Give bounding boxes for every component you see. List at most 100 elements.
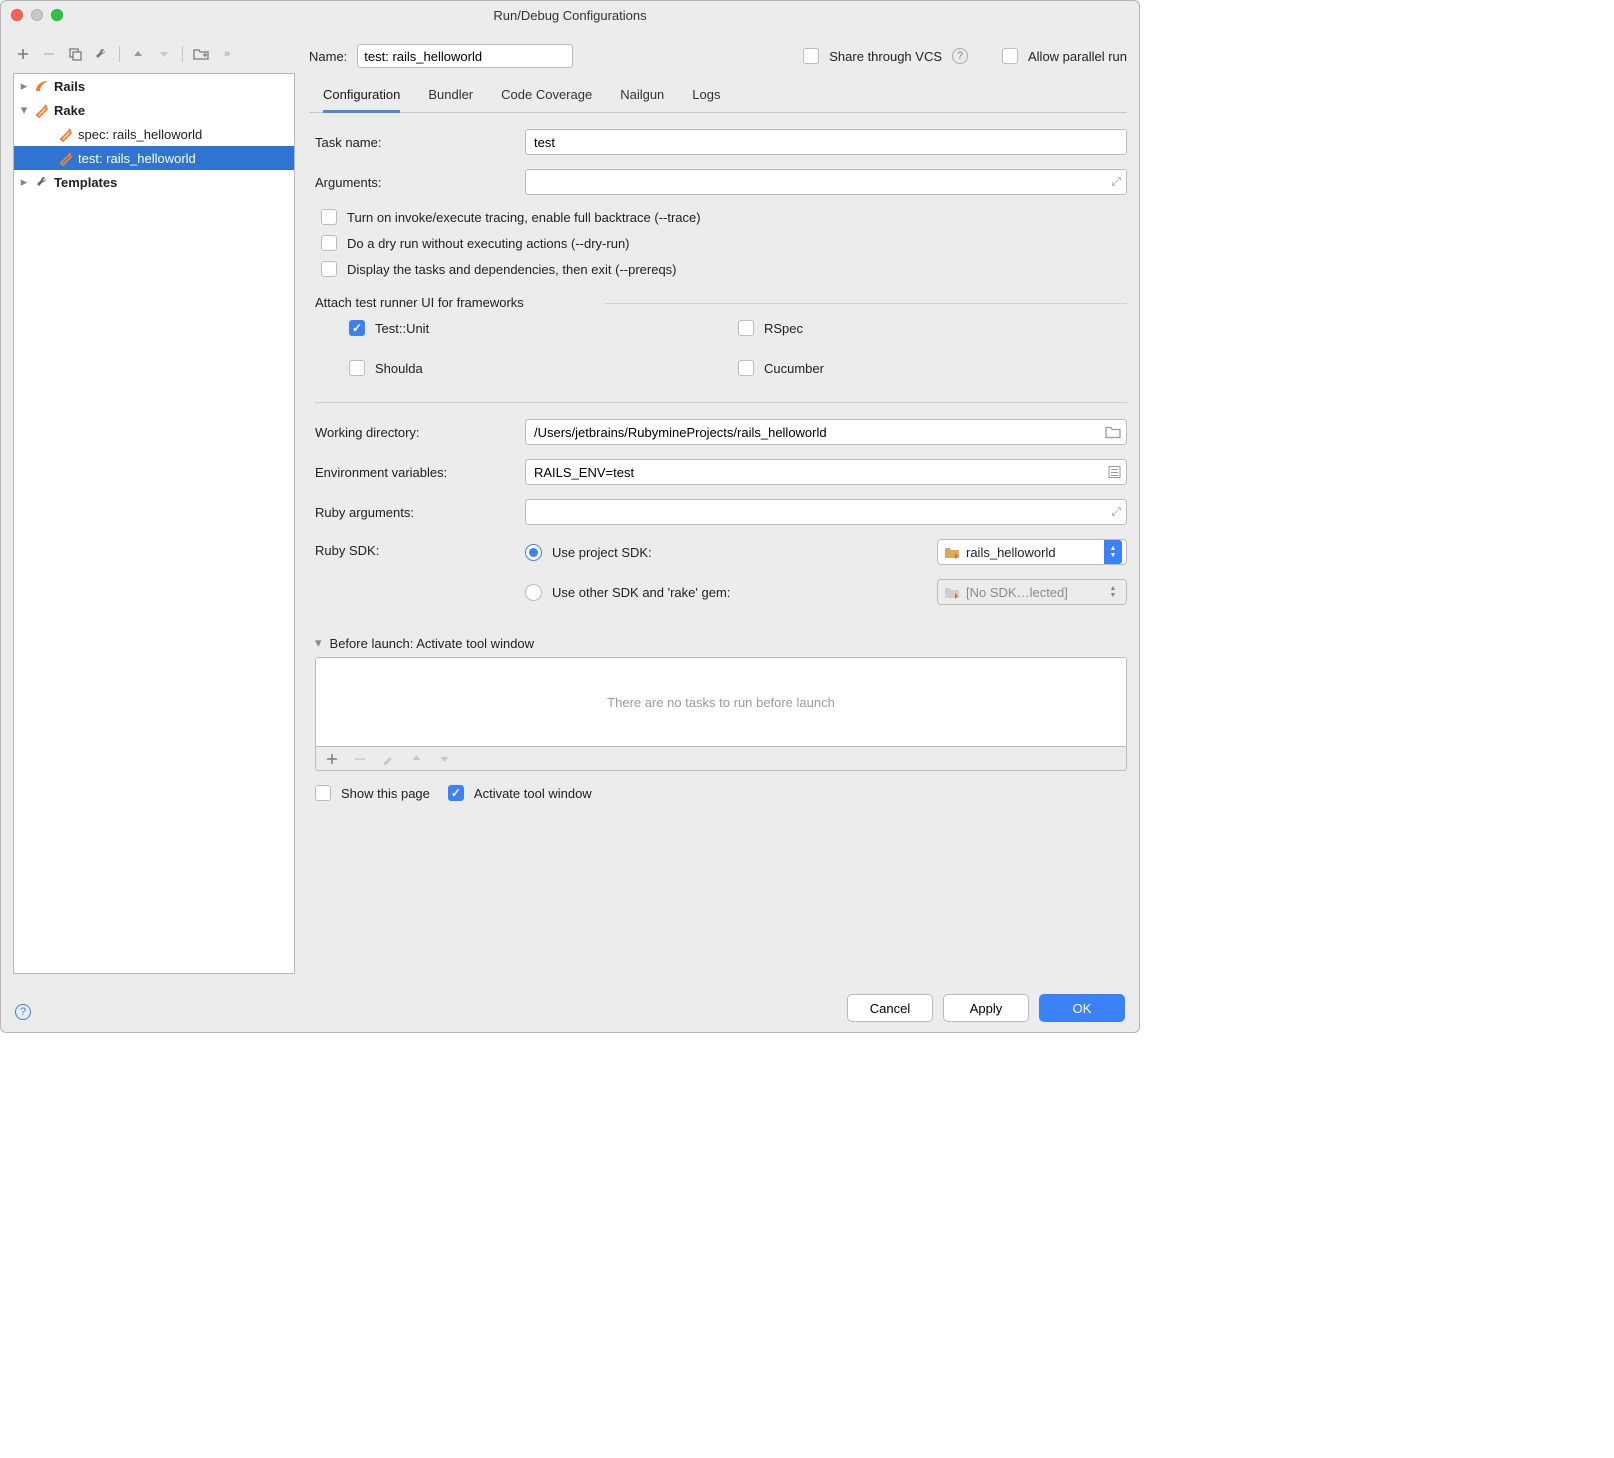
tabs: Configuration Bundler Code Coverage Nail… [309, 81, 1127, 113]
dropdown-value: [No SDK…lected] [966, 585, 1068, 600]
remove-icon [352, 751, 368, 767]
share-vcs-checkbox[interactable] [803, 48, 819, 64]
dropdown-arrows-icon: ▲▼ [1104, 540, 1122, 564]
dry-run-checkbox[interactable] [321, 235, 337, 251]
rspec-checkbox[interactable] [738, 320, 754, 336]
window-minimize-button [31, 9, 43, 21]
help-icon[interactable]: ? [952, 48, 968, 64]
task-name-input[interactable] [525, 129, 1127, 155]
cancel-button[interactable]: Cancel [847, 994, 933, 1022]
show-page-checkbox[interactable] [315, 785, 331, 801]
tree-label: test: rails_helloworld [78, 151, 196, 166]
apply-button[interactable]: Apply [943, 994, 1029, 1022]
before-launch-title: Before launch: Activate tool window [330, 636, 535, 651]
share-vcs-label: Share through VCS [829, 49, 942, 64]
tree-node-rake-child[interactable]: spec: rails_helloworld [14, 122, 294, 146]
copy-icon[interactable] [67, 46, 83, 62]
dropdown-value: rails_helloworld [966, 545, 1056, 560]
folder-icon [944, 586, 960, 599]
tab-logs[interactable]: Logs [692, 81, 720, 112]
add-icon[interactable] [15, 46, 31, 62]
browse-folder-icon[interactable] [1105, 426, 1121, 439]
tab-code-coverage[interactable]: Code Coverage [501, 81, 592, 112]
dropdown-arrows-icon: ▲▼ [1104, 580, 1122, 604]
cucumber-checkbox[interactable] [738, 360, 754, 376]
collapse-arrow-icon[interactable]: ▾ [18, 102, 30, 118]
env-vars-input[interactable] [525, 459, 1127, 485]
ok-button[interactable]: OK [1039, 994, 1125, 1022]
ruby-sdk-label: Ruby SDK: [315, 539, 525, 558]
frameworks-title: Attach test runner UI for frameworks [315, 295, 1127, 310]
tab-nailgun[interactable]: Nailgun [620, 81, 664, 112]
expand-icon[interactable]: ⤢ [1111, 505, 1121, 520]
tree-node-templates[interactable]: ▸ Templates [14, 170, 294, 194]
rake-icon [34, 102, 50, 118]
tree-label: Templates [54, 175, 117, 190]
window-maximize-button[interactable] [51, 9, 63, 21]
test-unit-checkbox[interactable] [349, 320, 365, 336]
ruby-args-label: Ruby arguments: [315, 505, 525, 520]
use-project-sdk-label: Use project SDK: [552, 545, 927, 560]
tab-configuration[interactable]: Configuration [323, 81, 400, 113]
working-dir-input[interactable] [525, 419, 1127, 445]
help-icon[interactable]: ? [15, 1004, 31, 1020]
config-tree[interactable]: ▸ Rails ▾ Rake spec: rails_helloworld [13, 73, 295, 974]
trace-label: Turn on invoke/execute tracing, enable f… [347, 210, 701, 225]
wrench-icon [34, 174, 50, 190]
trace-checkbox[interactable] [321, 209, 337, 225]
expand-icon[interactable]: ⤢ [1111, 175, 1121, 190]
use-project-sdk-radio[interactable] [525, 544, 542, 561]
edit-icon [380, 751, 396, 767]
remove-icon[interactable] [41, 46, 57, 62]
window-title: Run/Debug Configurations [1, 8, 1139, 23]
wrench-icon[interactable] [93, 46, 109, 62]
arguments-label: Arguments: [315, 175, 525, 190]
tree-toolbar: » [13, 41, 295, 67]
project-sdk-dropdown[interactable]: rails_helloworld ▲▼ [937, 539, 1127, 565]
task-name-label: Task name: [315, 135, 525, 150]
tree-label: spec: rails_helloworld [78, 127, 202, 142]
prereqs-checkbox[interactable] [321, 261, 337, 277]
parallel-run-checkbox[interactable] [1002, 48, 1018, 64]
move-down-icon [436, 751, 452, 767]
move-up-icon[interactable] [130, 46, 146, 62]
move-down-icon[interactable] [156, 46, 172, 62]
list-icon[interactable] [1108, 466, 1121, 479]
tree-node-rake-child-selected[interactable]: test: rails_helloworld [14, 146, 294, 170]
shoulda-label: Shoulda [375, 361, 423, 376]
overflow-icon[interactable]: » [219, 46, 235, 62]
tab-bundler[interactable]: Bundler [428, 81, 473, 112]
activate-tool-label: Activate tool window [474, 786, 592, 801]
rake-icon [58, 150, 74, 166]
arguments-input[interactable] [525, 169, 1127, 195]
tree-label: Rails [54, 79, 85, 94]
before-launch-list: There are no tasks to run before launch [315, 657, 1127, 747]
use-other-sdk-label: Use other SDK and 'rake' gem: [552, 585, 927, 600]
ruby-args-input[interactable] [525, 499, 1127, 525]
activate-tool-checkbox[interactable] [448, 785, 464, 801]
expand-arrow-icon[interactable]: ▸ [18, 78, 30, 94]
add-icon[interactable] [324, 751, 340, 767]
parallel-run-label: Allow parallel run [1028, 49, 1127, 64]
test-unit-label: Test::Unit [375, 321, 429, 336]
rails-icon [34, 78, 50, 94]
shoulda-checkbox[interactable] [349, 360, 365, 376]
before-launch-header[interactable]: ▾ Before launch: Activate tool window [315, 635, 1127, 651]
working-dir-label: Working directory: [315, 425, 525, 440]
folder-icon [944, 546, 960, 559]
env-vars-label: Environment variables: [315, 465, 525, 480]
dry-run-label: Do a dry run without executing actions (… [347, 236, 630, 251]
tree-label: Rake [54, 103, 85, 118]
tree-node-rails[interactable]: ▸ Rails [14, 74, 294, 98]
folder-icon[interactable] [193, 46, 209, 62]
name-input[interactable] [357, 44, 573, 68]
tree-node-rake[interactable]: ▾ Rake [14, 98, 294, 122]
prereqs-label: Display the tasks and dependencies, then… [347, 262, 677, 277]
name-label: Name: [309, 49, 347, 64]
window-close-button[interactable] [11, 9, 23, 21]
use-other-sdk-radio[interactable] [525, 584, 542, 601]
expand-arrow-icon[interactable]: ▸ [18, 174, 30, 190]
cucumber-label: Cucumber [764, 361, 824, 376]
rspec-label: RSpec [764, 321, 803, 336]
collapse-arrow-icon[interactable]: ▾ [315, 635, 322, 651]
